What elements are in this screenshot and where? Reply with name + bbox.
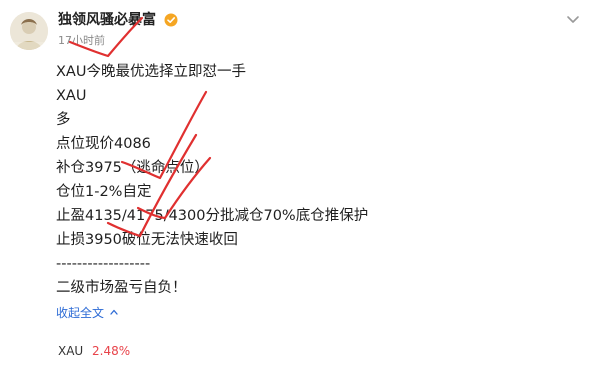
chevron-up-icon [110, 309, 118, 315]
post-line: 仓位1-2%自定 [56, 184, 152, 200]
post-line: ------------------ [56, 256, 151, 272]
weibo-post: 独领风骚必暴富 17小时前 XAU今晚最优选择立即怼一手 XAU 多 点位现价4… [0, 0, 591, 365]
stock-symbol: XAU [58, 344, 84, 358]
collapse-label: 收起全文 [56, 306, 105, 320]
avatar[interactable] [10, 12, 48, 50]
post-line: 止损3950破位无法快速收回 [56, 232, 238, 248]
author-name[interactable]: 独领风骚必暴富 [58, 10, 156, 30]
more-options-icon[interactable] [566, 15, 580, 25]
post-line: 多 [56, 112, 71, 128]
post-line: XAU [56, 88, 87, 104]
collapse-text-link[interactable]: 收起全文 [56, 305, 118, 321]
verified-badge-icon [164, 13, 178, 27]
post-line: 点位现价4086 [56, 136, 151, 152]
post-line: 止盈4135/4175/4300分批减仓70%底仓推保护 [56, 208, 369, 224]
stock-change: 2.48% [92, 344, 131, 358]
post-timestamp[interactable]: 17小时前 [58, 34, 105, 48]
stock-tag[interactable]: XAU 2.48% [58, 343, 130, 359]
post-line: 补仓3975（逃命点位） [56, 160, 209, 176]
post-line: 二级市场盈亏自负！ [56, 280, 187, 296]
post-line: XAU今晚最优选择立即怼一手 [56, 64, 246, 80]
post-body: XAU今晚最优选择立即怼一手 XAU 多 点位现价4086 补仓3975（逃命点… [56, 60, 556, 300]
